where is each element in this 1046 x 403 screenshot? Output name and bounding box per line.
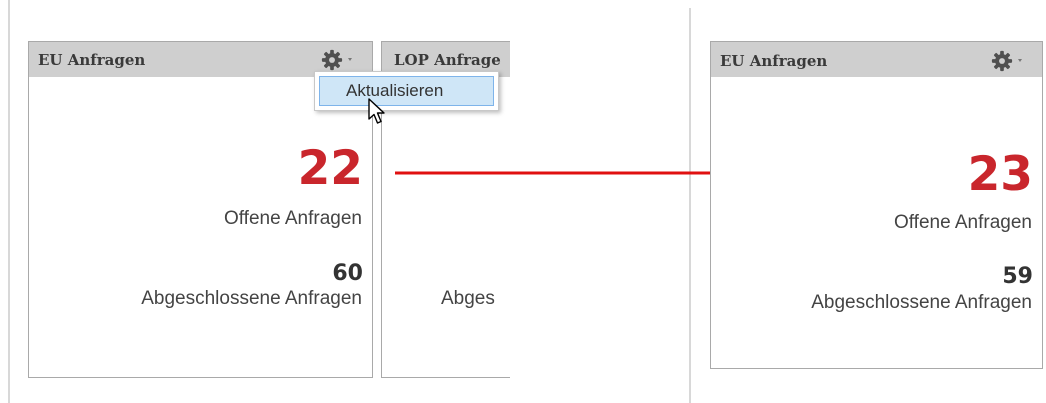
widget-title: LOP Anfrage bbox=[394, 51, 501, 69]
open-requests-label: Offene Anfragen bbox=[223, 208, 362, 229]
crop-mask bbox=[510, 30, 680, 390]
open-requests-label: Offene Anfragen bbox=[893, 212, 1032, 233]
closed-requests-label-partial: Abges bbox=[441, 288, 495, 309]
widget-settings-menu: Aktualisieren bbox=[314, 71, 499, 111]
gear-icon bbox=[991, 50, 1013, 72]
widget-header: EU Anfragen bbox=[711, 42, 1042, 77]
closed-requests-count: 60 bbox=[332, 261, 363, 286]
eu-requests-widget-after: EU Anfragen 23 Offene Anfragen 59 Abgesc… bbox=[710, 41, 1043, 369]
left-separator bbox=[8, 0, 10, 403]
widget-title: EU Anfragen bbox=[720, 52, 828, 70]
widget-title: EU Anfragen bbox=[38, 51, 146, 69]
closed-requests-label: Abgeschlossene Anfragen bbox=[811, 292, 1032, 313]
mouse-pointer-icon bbox=[368, 98, 385, 124]
closed-requests-count: 59 bbox=[1002, 264, 1033, 289]
caret-down-icon bbox=[1018, 59, 1022, 62]
open-requests-count: 23 bbox=[967, 147, 1033, 202]
caret-down-icon bbox=[348, 58, 352, 61]
widget-settings-button[interactable] bbox=[991, 50, 1027, 72]
gear-icon bbox=[321, 49, 343, 71]
open-requests-count: 22 bbox=[297, 141, 363, 196]
refresh-menu-item[interactable]: Aktualisieren bbox=[319, 76, 494, 106]
widget-settings-button[interactable] bbox=[321, 49, 357, 71]
closed-requests-label: Abgeschlossene Anfragen bbox=[141, 288, 362, 309]
center-separator bbox=[689, 8, 691, 403]
